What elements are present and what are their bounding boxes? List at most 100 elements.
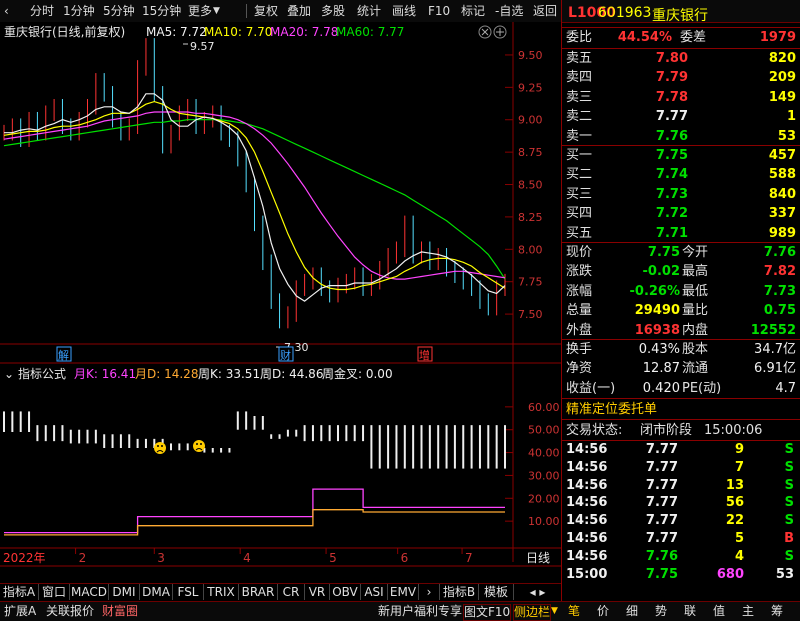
tab-vr[interactable]: VR <box>305 584 330 600</box>
tab-fsl[interactable]: FSL <box>173 584 204 600</box>
tab-emv[interactable]: EMV <box>388 584 419 600</box>
tab-template[interactable]: 模板 <box>479 584 514 600</box>
tick-time: 14:56 <box>566 531 608 546</box>
tick-time: 14:56 <box>566 548 608 564</box>
event-marker-jie[interactable]: 解 <box>58 348 69 362</box>
order-price: 7.74 <box>655 167 688 183</box>
toolbar-item-fuquan[interactable]: 复权 <box>254 3 278 19</box>
toolbar-item-15min[interactable]: 15分钟 <box>142 3 181 19</box>
chevron-down-icon[interactable]: ▼ <box>551 604 558 619</box>
wealth-circle-button[interactable]: 财富圈 <box>102 604 138 619</box>
precise-order-title[interactable]: 精准定位委托单 <box>566 400 657 419</box>
stat-label: 现价 <box>566 245 593 260</box>
order-book-row[interactable]: 卖五 7.80 820 <box>562 49 800 68</box>
event-marker-cai[interactable]: 财 <box>280 348 291 362</box>
order-book-row[interactable]: 买二 7.74 588 <box>562 165 800 184</box>
toolbar-item-diejia[interactable]: 叠加 <box>287 3 311 19</box>
chevron-down-icon[interactable]: ▼ <box>213 3 220 19</box>
period-label[interactable]: 日线 <box>526 551 550 565</box>
sidebar-toggle-button[interactable]: 侧边栏 <box>513 604 552 621</box>
toolbar-item-more[interactable]: 更多 <box>188 3 212 19</box>
tab-window[interactable]: 窗口 <box>39 584 70 600</box>
tab-trix[interactable]: TRIX <box>204 584 239 600</box>
tick-volume: 680 <box>716 566 744 582</box>
quote-nav-xi[interactable]: 细 <box>626 604 638 619</box>
order-book-row[interactable]: 买三 7.73 840 <box>562 185 800 204</box>
tick-volume: 56 <box>725 495 744 511</box>
new-user-benefit-link[interactable]: 新用户福利专享 <box>378 604 462 619</box>
tab-cr[interactable]: CR <box>278 584 305 600</box>
toolbar-item-fenshi[interactable]: 分时 <box>30 3 54 19</box>
order-volume: 820 <box>768 51 796 66</box>
toolbar-item-f10[interactable]: F10 <box>428 3 450 19</box>
order-book-row[interactable]: 买五 7.71 989 <box>562 224 800 243</box>
precise-order-row[interactable]: 精准定位委托单 <box>562 400 800 419</box>
f10-graphic-button[interactable]: 图文F10 <box>463 604 512 621</box>
order-book-row[interactable]: 买四 7.72 337 <box>562 204 800 223</box>
tab-brar[interactable]: BRAR <box>239 584 278 600</box>
order-level-label: 买四 <box>566 206 593 222</box>
order-book-row[interactable]: 卖四 7.79 209 <box>562 68 800 87</box>
order-level-label: 卖四 <box>566 70 593 86</box>
scroll-arrows[interactable]: ◂ ▸ <box>514 584 561 600</box>
order-volume: 840 <box>768 186 796 202</box>
chevron-left-icon[interactable]: ‹ <box>4 3 9 19</box>
toolbar-item-5min[interactable]: 5分钟 <box>103 3 135 19</box>
stat-label: 涨幅 <box>566 283 593 299</box>
toolbar-item-biaoji[interactable]: 标记 <box>461 3 485 19</box>
tab-indicator-a[interactable]: 指标A <box>0 584 39 600</box>
stat-value: 29490 <box>634 303 680 319</box>
quote-nav-shi[interactable]: 势 <box>655 604 667 619</box>
stat-value: 12.87 <box>642 361 680 377</box>
toolbar-item-duogu[interactable]: 多股 <box>321 3 345 19</box>
order-volume: 1 <box>786 109 796 125</box>
chevron-down-icon[interactable]: ⌄ <box>4 367 14 381</box>
quote-nav-jia[interactable]: 价 <box>597 604 609 619</box>
indicator-y-tick: 40.00 <box>528 447 560 460</box>
order-book-row[interactable]: 卖三 7.78 149 <box>562 88 800 107</box>
tab-obv[interactable]: OBV <box>330 584 361 600</box>
x-axis-month: 7 <box>465 551 473 565</box>
tick-volume: 5 <box>734 531 744 546</box>
stat-value: 0.420 <box>642 380 680 396</box>
tick-price: 7.76 <box>645 548 678 564</box>
extend-a-button[interactable]: 扩展A <box>4 604 36 619</box>
quote-nav-zhu[interactable]: 主 <box>742 604 754 619</box>
tab-macd[interactable]: MACD <box>70 584 109 600</box>
tick-time: 14:56 <box>566 495 608 511</box>
chevron-right-icon[interactable]: › <box>419 584 440 600</box>
event-marker-zeng[interactable]: 增 <box>419 348 430 362</box>
order-book-row[interactable]: 卖二 7.77 1 <box>562 107 800 126</box>
order-book-row[interactable]: 卖一 7.76 53 <box>562 127 800 146</box>
toolbar-item-tongji[interactable]: 统计 <box>357 3 381 19</box>
kline-chart[interactable]: 9.50 9.25 9.00 8.75 8.50 8.25 8.00 7.75 7.50 60.… <box>0 22 561 567</box>
quote-nav-lian[interactable]: 联 <box>684 604 696 619</box>
stat-value: 12552 <box>750 322 796 338</box>
order-diff-value: 1979 <box>759 30 796 45</box>
tab-dmi[interactable]: DMI <box>109 584 140 600</box>
tab-asi[interactable]: ASI <box>361 584 388 600</box>
order-volume: 457 <box>768 148 796 163</box>
stat-value: 7.76 <box>763 245 796 260</box>
stat-label: PE(动) <box>682 380 722 396</box>
quote-nav-bi[interactable]: 笔 <box>568 604 580 619</box>
tick-row: 14:56 7.77 13 S <box>562 477 800 495</box>
tab-indicator-b[interactable]: 指标B <box>440 584 479 600</box>
tick-side: S <box>784 548 794 564</box>
toolbar-item-huaxian[interactable]: 画线 <box>392 3 416 19</box>
stat-label: 股本 <box>682 342 709 357</box>
quote-nav-chou[interactable]: 筹 <box>771 604 783 619</box>
related-quote-button[interactable]: 关联报价 <box>46 604 94 619</box>
quote-nav-zhi[interactable]: 值 <box>713 604 725 619</box>
tick-volume: 9 <box>734 442 744 457</box>
order-ratio-value: 44.54% <box>617 30 672 45</box>
toolbar-item-1min[interactable]: 1分钟 <box>63 3 95 19</box>
tab-dma[interactable]: DMA <box>140 584 173 600</box>
toolbar-item-fanhui[interactable]: 返回 <box>533 3 557 19</box>
order-book-row[interactable]: 买一 7.75 457 <box>562 146 800 165</box>
stat-value: 7.82 <box>763 264 796 280</box>
tick-price: 7.77 <box>645 477 678 493</box>
order-volume: 989 <box>768 225 796 241</box>
stat-label: 收益(一) <box>566 380 616 396</box>
toolbar-item-zixuan[interactable]: -自选 <box>495 3 523 19</box>
